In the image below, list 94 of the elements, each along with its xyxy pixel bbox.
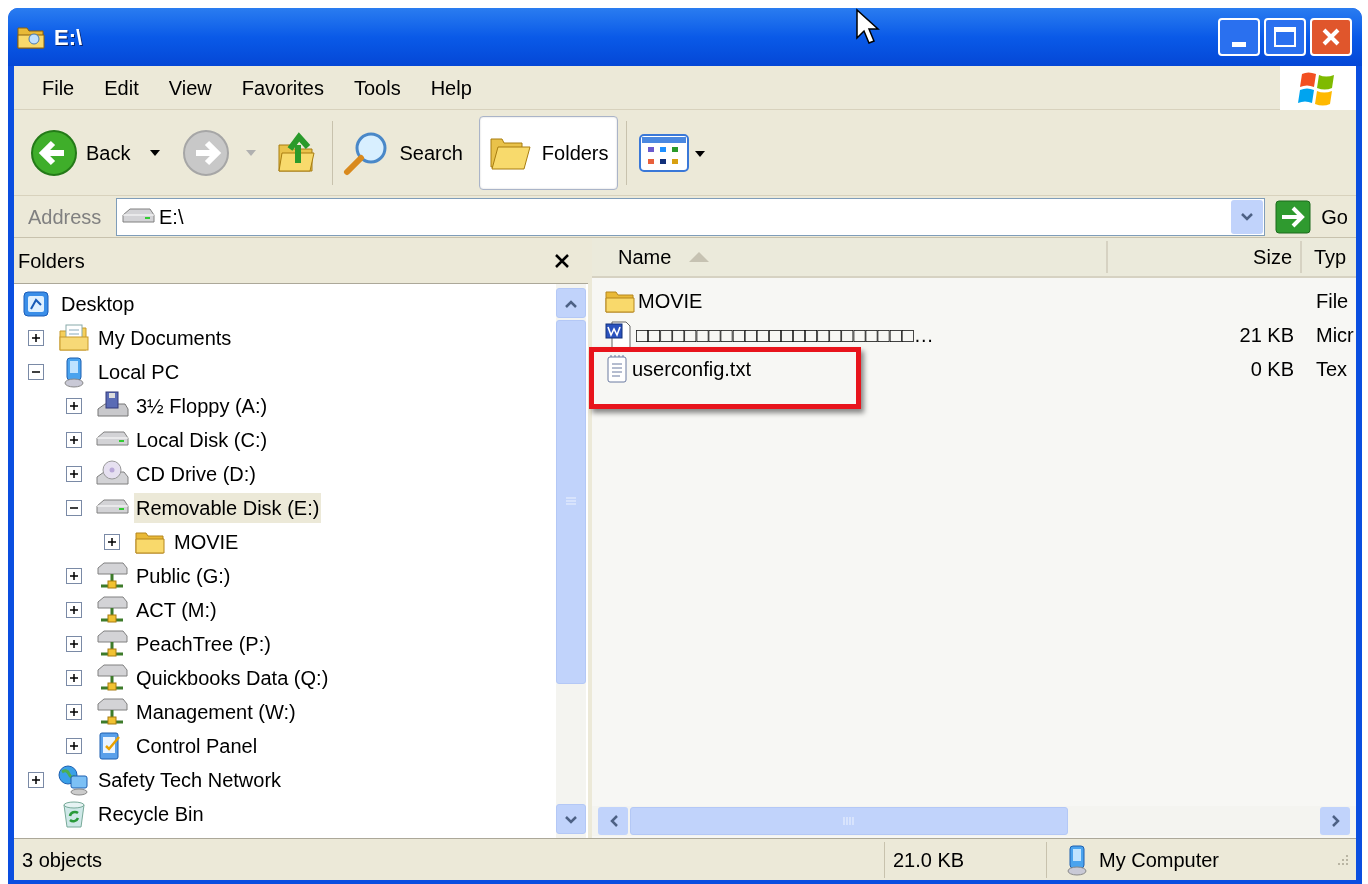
column-header[interactable]: Typ	[1302, 241, 1356, 273]
chevron-right-icon	[1330, 814, 1340, 828]
minimize-button[interactable]	[1218, 18, 1260, 56]
scroll-up-button[interactable]	[556, 288, 586, 318]
go-button[interactable]: Go	[1275, 199, 1348, 234]
chevron-down-icon	[564, 814, 578, 824]
chevron-up-icon	[564, 298, 578, 308]
folder-icon	[16, 24, 46, 50]
expand-button[interactable]	[66, 398, 82, 414]
tree-item[interactable]: My Documents	[96, 323, 234, 353]
tree-item[interactable]: Local PC	[96, 357, 182, 387]
menu-item[interactable]: Tools	[339, 68, 415, 107]
expand-button[interactable]	[66, 704, 82, 720]
scroll-thumb[interactable]	[556, 320, 586, 684]
mouse-pointer-icon	[855, 8, 881, 46]
menu-item[interactable]: Edit	[90, 68, 153, 107]
file-name[interactable]: □□□□□□□□□□□□□□□□□□□□□□□…	[636, 320, 934, 350]
minimize-icon	[1232, 42, 1246, 47]
file-type: Micr	[1316, 324, 1354, 346]
tree-item[interactable]: ACT (M:)	[134, 595, 219, 625]
tree-item[interactable]: Desktop	[59, 289, 137, 319]
status-zone: My Computer	[1099, 847, 1220, 873]
expand-button[interactable]	[66, 466, 82, 482]
dropdown-button[interactable]	[1231, 199, 1264, 234]
tree-item[interactable]: Management (W:)	[134, 697, 298, 727]
column-header[interactable]: Name	[592, 241, 1108, 273]
file-type: Tex	[1316, 358, 1348, 380]
expand-button[interactable]	[66, 568, 82, 584]
expand-button[interactable]	[28, 772, 44, 788]
network-drive-icon	[95, 697, 129, 727]
tree-item[interactable]: MOVIE	[172, 527, 241, 557]
file-name[interactable]: userconfig.txt	[632, 354, 751, 384]
menu-item[interactable]: Help	[416, 68, 486, 107]
caret-icon[interactable]	[150, 149, 161, 156]
expand-button[interactable]	[66, 602, 82, 618]
menu-item[interactable]: File	[28, 68, 89, 107]
tree-item[interactable]: Public (G:)	[134, 561, 233, 591]
expand-button[interactable]	[66, 636, 82, 652]
search-button[interactable]: Search	[343, 122, 463, 183]
expand-button[interactable]	[28, 330, 44, 346]
scroll-down-button[interactable]	[556, 804, 586, 834]
tree-item[interactable]: Removable Disk (E:)	[134, 493, 322, 523]
tree-item[interactable]: Recycle Bin	[96, 799, 206, 829]
chevron-down-icon	[1240, 212, 1255, 221]
tree-item[interactable]: Control Panel	[134, 731, 260, 761]
folder-icon	[604, 288, 636, 314]
status-count: 3 objects	[21, 847, 104, 873]
back-button[interactable]: Back	[30, 122, 137, 183]
scroll-right-button[interactable]	[1320, 807, 1350, 835]
chevron-left-icon	[608, 814, 618, 828]
views-button[interactable]	[638, 132, 707, 173]
collapse-button[interactable]	[66, 500, 82, 516]
network-drive-icon	[95, 561, 129, 591]
file-size: 21 KB	[1239, 323, 1294, 348]
vertical-scrollbar[interactable]	[556, 284, 586, 838]
close-button[interactable]	[1310, 18, 1352, 56]
file-name[interactable]: MOVIE	[638, 286, 703, 316]
status-size: 21.0 KB	[893, 847, 965, 873]
close-icon[interactable]	[554, 252, 570, 269]
folder-icon	[134, 529, 166, 555]
folders-button[interactable]: Folders	[478, 115, 618, 190]
collapse-button[interactable]	[28, 364, 44, 380]
expand-button[interactable]	[66, 738, 82, 754]
desktop-icon	[22, 289, 52, 319]
maximize-button[interactable]	[1264, 18, 1306, 56]
column-header[interactable]: Size	[1108, 241, 1302, 273]
menu-item[interactable]: View	[154, 68, 226, 107]
file-type: File	[1316, 290, 1349, 312]
close-icon	[1321, 27, 1341, 47]
network-drive-icon	[95, 595, 129, 625]
scroll-thumb[interactable]	[630, 807, 1068, 835]
maximize-icon	[1274, 27, 1296, 47]
tree-item[interactable]: Local Disk (C:)	[134, 425, 270, 455]
documents-folder-icon	[58, 323, 90, 353]
window-title: E:\	[54, 23, 83, 52]
horizontal-scrollbar[interactable]	[592, 806, 1356, 836]
tree-item[interactable]: PeachTree (P:)	[134, 629, 273, 659]
network-drive-icon	[95, 629, 129, 659]
resize-grip-icon[interactable]	[1336, 852, 1350, 867]
address-field[interactable]: E:\	[116, 197, 1266, 236]
tree-item[interactable]: CD Drive (D:)	[134, 459, 258, 489]
expand-button[interactable]	[66, 432, 82, 448]
tree-item[interactable]: Safety Tech Network	[96, 765, 284, 795]
network-drive-icon	[95, 663, 129, 693]
expand-button[interactable]	[104, 534, 120, 550]
expand-button[interactable]	[66, 670, 82, 686]
pane-title: Folders	[18, 248, 85, 274]
globe-computer-icon	[57, 764, 91, 796]
menu-item[interactable]: Favorites	[227, 68, 338, 107]
address-label: Address	[28, 204, 103, 230]
file-size: 0 KB	[1250, 357, 1294, 382]
scroll-left-button[interactable]	[598, 807, 628, 835]
tree-item[interactable]: Quickbooks Data (Q:)	[134, 663, 331, 693]
tree-item[interactable]: 3½ Floppy (A:)	[134, 391, 270, 421]
